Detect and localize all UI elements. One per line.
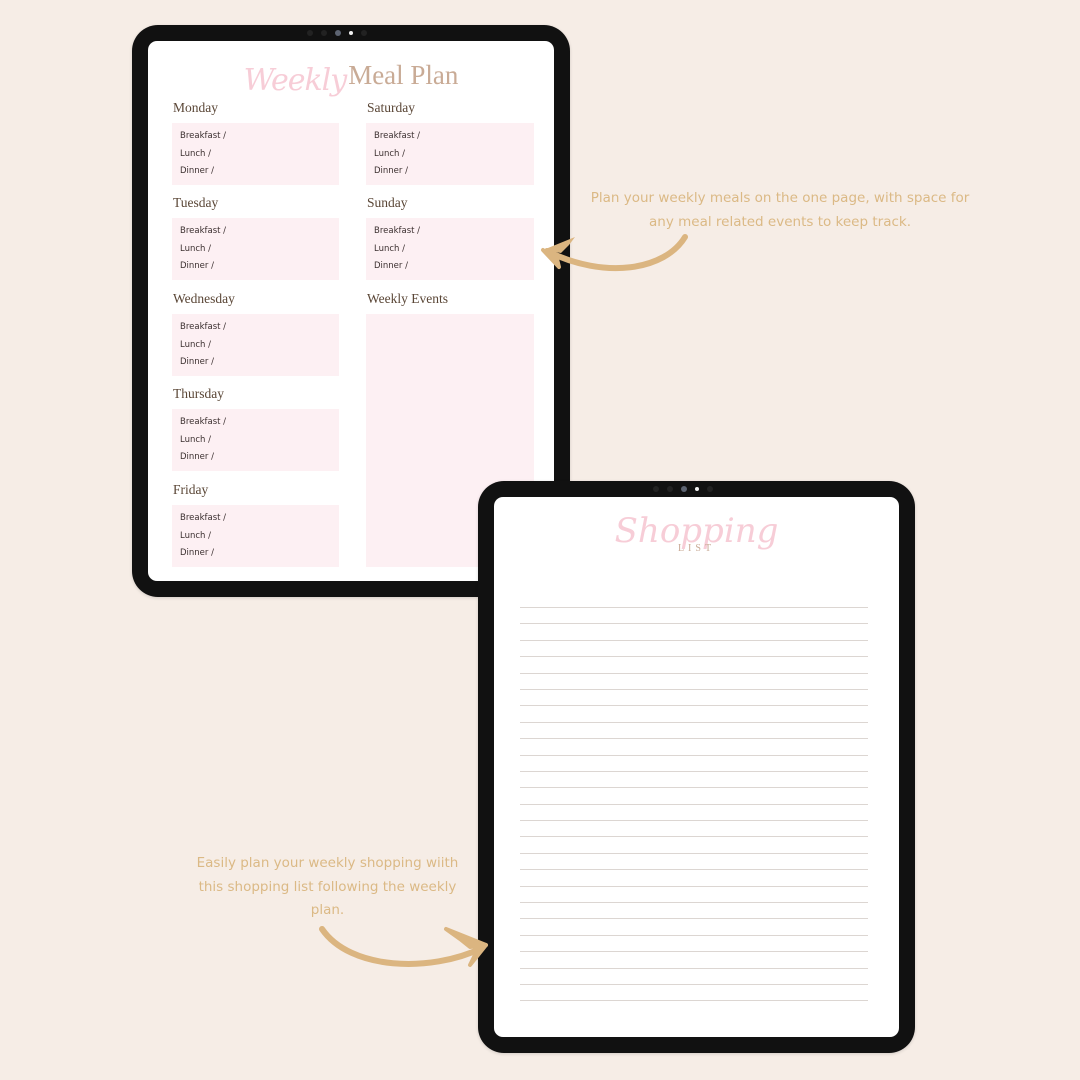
day-label: Thursday [173, 386, 224, 401]
day-saturday: Saturday Breakfast / Lunch / Dinner / [366, 99, 534, 185]
curved-arrow-left-icon [541, 234, 688, 272]
day-label: Monday [173, 100, 218, 115]
dinner-label: Dinner / [180, 166, 214, 176]
shopping-list-line[interactable] [520, 688, 868, 705]
shopping-list-line[interactable] [520, 803, 868, 820]
shopping-list-line[interactable] [520, 770, 868, 787]
day-tuesday: Tuesday Breakfast / Lunch / Dinner / [172, 194, 339, 280]
title-serif: Meal Plan [348, 60, 459, 90]
dinner-label: Dinner / [374, 166, 408, 176]
curved-arrow-right-icon [319, 926, 488, 967]
shopping-list-line[interactable] [520, 672, 868, 689]
lunch-label: Lunch / [180, 339, 211, 350]
breakfast-label: Breakfast / [374, 226, 421, 236]
day-label: Friday [173, 482, 209, 497]
shopping-list-line[interactable] [520, 787, 868, 803]
day-monday: Monday Breakfast / Lunch / Dinner / [172, 99, 339, 185]
weekly-events-label: Weekly Events [367, 291, 449, 306]
dinner-label: Dinner / [180, 357, 214, 367]
shopping-list-line[interactable] [520, 705, 868, 721]
shopping-list-line[interactable] [520, 820, 868, 836]
day-label: Tuesday [173, 195, 219, 210]
camera-icon [307, 30, 367, 36]
dinner-label: Dinner / [180, 261, 214, 271]
shopping-list-line[interactable] [520, 902, 868, 918]
meal-box[interactable]: Breakfast / Lunch / Dinner / [172, 409, 339, 471]
breakfast-label: Breakfast / [180, 322, 227, 332]
breakfast-label: Breakfast / [180, 513, 227, 523]
shopping-caption: Easily plan your weekly shopping wiith t… [196, 855, 459, 918]
camera-icon [653, 486, 713, 492]
shopping-list-line[interactable] [520, 656, 868, 672]
shopping-list-line[interactable] [520, 1000, 868, 1016]
meal-box[interactable]: Breakfast / Lunch / Dinner / [172, 314, 339, 376]
breakfast-label: Breakfast / [180, 131, 227, 141]
dinner-label: Dinner / [180, 548, 214, 558]
lunch-label: Lunch / [374, 243, 405, 254]
title-script: Weekly [243, 63, 348, 98]
lunch-label: Lunch / [180, 243, 211, 254]
shopping-list-line[interactable] [520, 738, 868, 754]
shopping-list-line[interactable] [520, 869, 868, 885]
shopping-list-tablet: Shopping LIST [478, 481, 915, 1053]
dinner-label: Dinner / [180, 452, 214, 462]
meal-box[interactable]: Breakfast / Lunch / Dinner / [172, 123, 339, 185]
lunch-label: Lunch / [180, 530, 211, 541]
shopping-list-line[interactable] [520, 885, 868, 902]
day-friday: Friday Breakfast / Lunch / Dinner / [172, 481, 339, 567]
day-sunday: Sunday Breakfast / Lunch / Dinner / [366, 194, 534, 280]
shopping-list-line[interactable] [520, 983, 868, 1000]
meal-box[interactable]: Breakfast / Lunch / Dinner / [172, 505, 339, 567]
meal-box[interactable]: Breakfast / Lunch / Dinner / [366, 218, 534, 280]
shopping-list-lines[interactable] [520, 607, 868, 1017]
meal-plan-title: WeeklyMeal Plan [148, 57, 554, 98]
shopping-list-line[interactable] [520, 934, 868, 951]
title-sub: LIST [677, 543, 716, 554]
lunch-label: Lunch / [180, 148, 211, 159]
day-wednesday: Wednesday Breakfast / Lunch / Dinner / [172, 290, 339, 376]
lunch-label: Lunch / [180, 434, 211, 445]
shopping-list-line[interactable] [520, 967, 868, 984]
meal-box[interactable]: Breakfast / Lunch / Dinner / [366, 123, 534, 185]
breakfast-label: Breakfast / [374, 131, 421, 141]
lunch-label: Lunch / [374, 148, 405, 159]
day-label: Saturday [367, 100, 415, 115]
shopping-list-line[interactable] [520, 639, 868, 656]
day-label: Sunday [367, 195, 408, 210]
shopping-list-title: Shopping LIST [494, 503, 899, 554]
shopping-list-line[interactable] [520, 836, 868, 852]
shopping-list-screen: Shopping LIST [494, 497, 899, 1037]
shopping-list-line[interactable] [520, 918, 868, 934]
shopping-list-line[interactable] [520, 852, 868, 869]
breakfast-label: Breakfast / [180, 417, 227, 427]
shopping-list-line[interactable] [520, 754, 868, 771]
day-thursday: Thursday Breakfast / Lunch / Dinner / [172, 385, 339, 471]
shopping-list-line[interactable] [520, 623, 868, 639]
breakfast-label: Breakfast / [180, 226, 227, 236]
shopping-list-line[interactable] [520, 721, 868, 738]
day-label: Wednesday [173, 291, 235, 306]
shopping-list-line[interactable] [520, 607, 868, 623]
meal-box[interactable]: Breakfast / Lunch / Dinner / [172, 218, 339, 280]
dinner-label: Dinner / [374, 261, 408, 271]
shopping-list-line[interactable] [520, 951, 868, 967]
